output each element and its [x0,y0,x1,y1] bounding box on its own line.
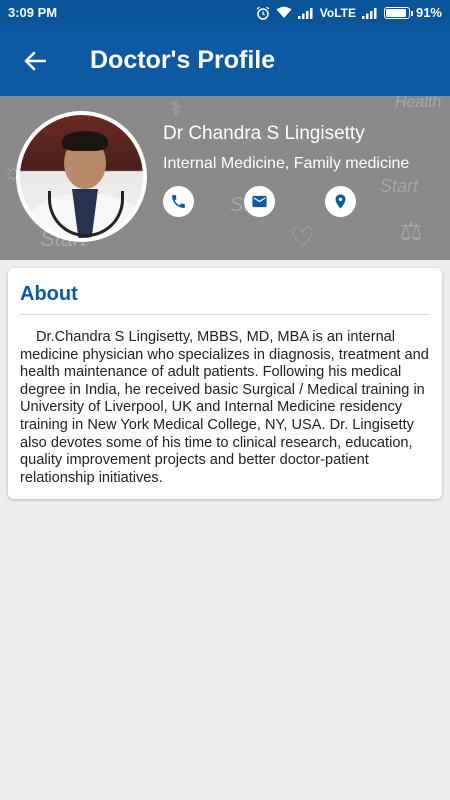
about-text: Dr.Chandra S Lingisetty, MBBS, MD, MBA i… [20,329,429,486]
doctor-name: Dr Chandra S Lingisetty [163,123,365,144]
app-bar: Doctor's Profile [0,25,450,96]
back-button[interactable] [0,25,70,96]
page-title: Doctor's Profile [90,46,276,74]
about-heading: About [20,283,430,315]
doodle-pattern: ♡ [290,222,316,253]
phone-icon [172,195,185,208]
about-card: About Dr.Chandra S Lingisetty, MBBS, MD,… [8,268,442,499]
network-type: VoLTE [319,5,356,20]
wifi-icon [276,6,292,18]
arrow-back-icon [24,51,46,70]
location-icon [335,194,346,209]
doodle-pattern: Health [395,96,442,111]
status-time: 3:09 PM [8,5,58,20]
location-button[interactable] [325,186,356,217]
signal-icon [297,7,313,19]
battery-level [385,8,406,17]
email-icon [252,195,267,208]
avatar [16,111,147,242]
doodle-pattern: ⚖ [400,216,423,246]
status-icons: VoLTE 91% [256,5,442,20]
battery-percent: 91% [415,5,442,20]
doctor-specialty: Internal Medicine, Family medicine [163,155,410,172]
profile-header: ⚕ Health Start Start Start ♡ ⚖ ☼ Dr Chan… [0,96,450,260]
doodle-pattern: ⚕ [170,96,182,121]
alarm-icon [256,5,270,20]
status-bar: 3:09 PM VoLTE 91% [0,0,450,25]
avatar-hair [62,131,108,151]
doodle-pattern: Start [380,176,419,196]
email-button[interactable] [244,186,275,217]
signal-icon [361,7,377,19]
battery-icon [383,6,413,19]
call-button[interactable] [163,186,194,217]
